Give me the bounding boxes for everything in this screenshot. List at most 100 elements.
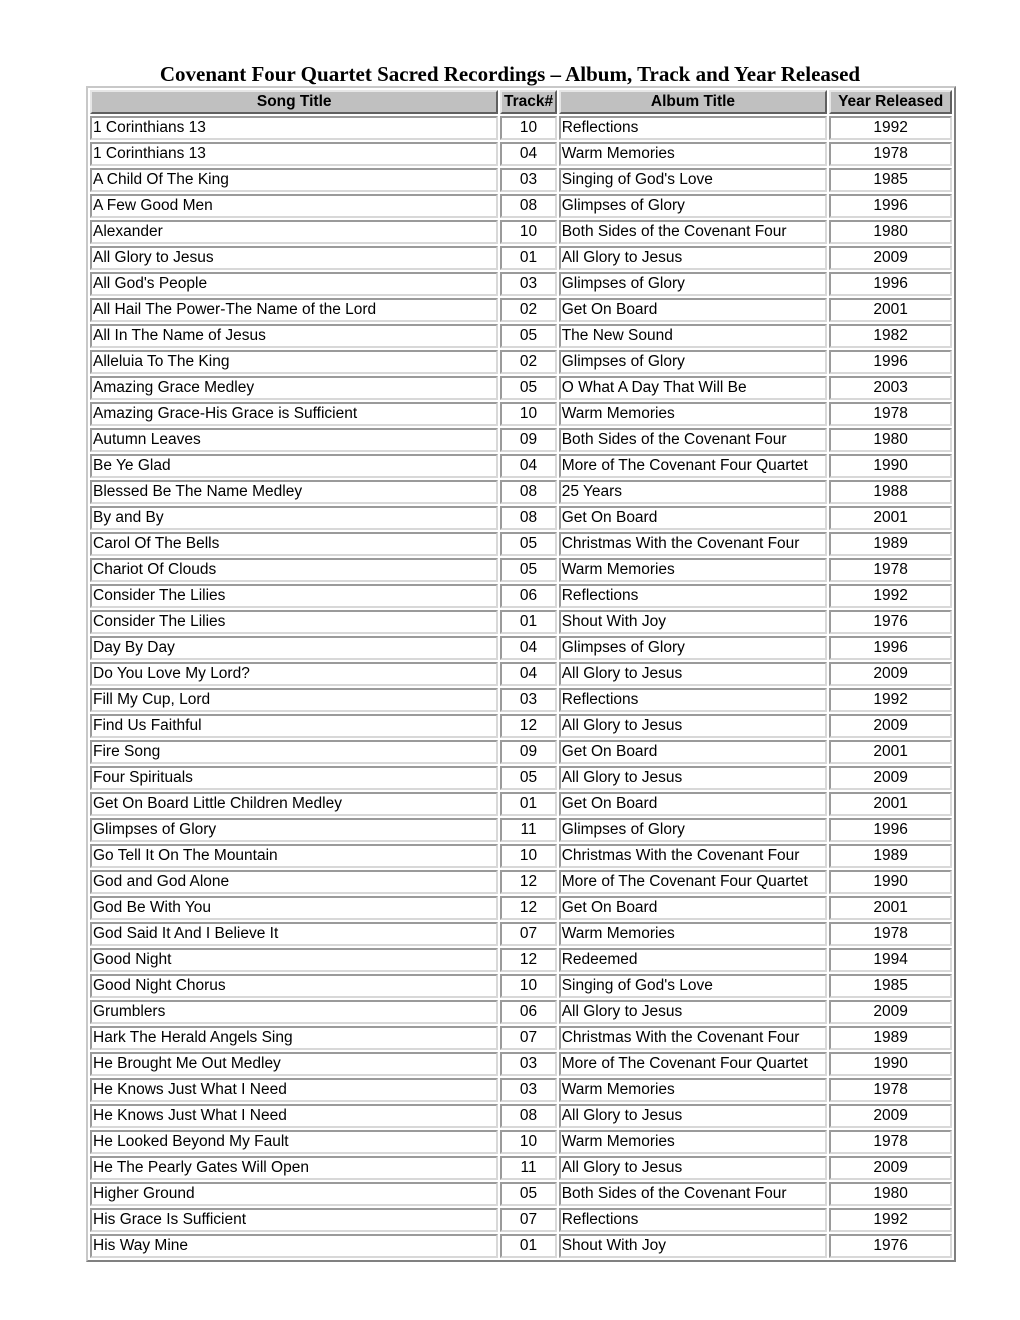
- header-song-title: Song Title: [90, 90, 499, 114]
- cell-song-title: Four Spirituals: [90, 766, 499, 790]
- cell-album-title: All Glory to Jesus: [558, 714, 828, 738]
- table-row: Carol Of The Bells 05 Christmas With the C…: [90, 532, 952, 556]
- cell-track: 11: [500, 818, 557, 842]
- cell-song-title: All God's People: [90, 272, 499, 296]
- cell-year-released: 2009: [829, 714, 952, 738]
- cell-track: 01: [500, 792, 557, 816]
- cell-song-title: Grumblers: [90, 1000, 499, 1024]
- cell-album-title: All Glory to Jesus: [558, 1000, 828, 1024]
- cell-track: 06: [500, 584, 557, 608]
- cell-song-title: He Brought Me Out Medley: [90, 1052, 499, 1076]
- cell-album-title: All Glory to Jesus: [558, 1156, 828, 1180]
- cell-track: 12: [500, 948, 557, 972]
- cell-year-released: 1989: [829, 1026, 952, 1050]
- cell-song-title: God Be With You: [90, 896, 499, 920]
- cell-year-released: 1996: [829, 194, 952, 218]
- cell-album-title: Christmas With the Covenant Four: [558, 532, 828, 556]
- cell-year-released: 2003: [829, 376, 952, 400]
- cell-song-title: Glimpses of Glory: [90, 818, 499, 842]
- cell-song-title: His Grace Is Sufficient: [90, 1208, 499, 1232]
- cell-song-title: Alleluia To The King: [90, 350, 499, 374]
- cell-album-title: Warm Memories: [558, 922, 828, 946]
- table-row: Amazing Grace-His Grace is Sufficient 10 W…: [90, 402, 952, 426]
- cell-track: 09: [500, 428, 557, 452]
- cell-track: 07: [500, 1026, 557, 1050]
- table-row: Get On Board Little Children Medley 01 Get…: [90, 792, 952, 816]
- table-row: By and By 08 Get On Board 2001: [90, 506, 952, 530]
- table-row: Higher Ground 05 Both Sides of the Covenan…: [90, 1182, 952, 1206]
- cell-album-title: Glimpses of Glory: [558, 194, 828, 218]
- cell-song-title: By and By: [90, 506, 499, 530]
- cell-track: 05: [500, 324, 557, 348]
- cell-album-title: Warm Memories: [558, 142, 828, 166]
- cell-track: 04: [500, 454, 557, 478]
- table-row: Fire Song 09 Get On Board 2001: [90, 740, 952, 764]
- cell-year-released: 1976: [829, 1234, 952, 1258]
- cell-song-title: He Knows Just What I Need: [90, 1104, 499, 1128]
- cell-song-title: Alexander: [90, 220, 499, 244]
- cell-album-title: Warm Memories: [558, 558, 828, 582]
- cell-track: 08: [500, 1104, 557, 1128]
- table-row: Be Ye Glad 04 More of The Covenant Four Qu…: [90, 454, 952, 478]
- cell-year-released: 1988: [829, 480, 952, 504]
- cell-year-released: 1992: [829, 584, 952, 608]
- recordings-table-frame: Song Title Track# Album Title Year Relea…: [86, 86, 956, 1262]
- table-row: God Said It And I Believe It 07 Warm Memor…: [90, 922, 952, 946]
- cell-year-released: 1990: [829, 454, 952, 478]
- table-row: Grumblers 06 All Glory to Jesus 2009: [90, 1000, 952, 1024]
- cell-track: 01: [500, 246, 557, 270]
- cell-track: 02: [500, 350, 557, 374]
- cell-song-title: Higher Ground: [90, 1182, 499, 1206]
- cell-song-title: God and God Alone: [90, 870, 499, 894]
- table-row: He Knows Just What I Need 08 All Glory to …: [90, 1104, 952, 1128]
- cell-year-released: 2001: [829, 506, 952, 530]
- cell-album-title: More of The Covenant Four Quartet: [558, 870, 828, 894]
- table-row: All Glory to Jesus 01 All Glory to Jesus 20…: [90, 246, 952, 270]
- cell-album-title: Get On Board: [558, 896, 828, 920]
- cell-song-title: He The Pearly Gates Will Open: [90, 1156, 499, 1180]
- cell-song-title: All Hail The Power-The Name of the Lord: [90, 298, 499, 322]
- cell-track: 02: [500, 298, 557, 322]
- cell-song-title: Get On Board Little Children Medley: [90, 792, 499, 816]
- cell-song-title: Find Us Faithful: [90, 714, 499, 738]
- cell-year-released: 2001: [829, 792, 952, 816]
- cell-album-title: Both Sides of the Covenant Four: [558, 220, 828, 244]
- cell-album-title: Both Sides of the Covenant Four: [558, 428, 828, 452]
- cell-track: 03: [500, 1052, 557, 1076]
- cell-track: 12: [500, 870, 557, 894]
- cell-track: 04: [500, 142, 557, 166]
- table-row: Alexander 10 Both Sides of the Covenant Fo…: [90, 220, 952, 244]
- table-row: Blessed Be The Name Medley 08 25 Years 1988: [90, 480, 952, 504]
- cell-song-title: Hark The Herald Angels Sing: [90, 1026, 499, 1050]
- cell-year-released: 1996: [829, 350, 952, 374]
- cell-year-released: 2009: [829, 246, 952, 270]
- cell-song-title: Carol Of The Bells: [90, 532, 499, 556]
- cell-album-title: All Glory to Jesus: [558, 246, 828, 270]
- table-row: Autumn Leaves 09 Both Sides of the Covenan…: [90, 428, 952, 452]
- table-row: He Brought Me Out Medley 03 More of The Co…: [90, 1052, 952, 1076]
- cell-song-title: Amazing Grace Medley: [90, 376, 499, 400]
- cell-album-title: More of The Covenant Four Quartet: [558, 454, 828, 478]
- table-row: Find Us Faithful 12 All Glory to Jesus 2009: [90, 714, 952, 738]
- cell-year-released: 1980: [829, 428, 952, 452]
- cell-album-title: Glimpses of Glory: [558, 818, 828, 842]
- cell-song-title: A Few Good Men: [90, 194, 499, 218]
- cell-song-title: Fire Song: [90, 740, 499, 764]
- cell-album-title: Glimpses of Glory: [558, 350, 828, 374]
- cell-year-released: 1992: [829, 688, 952, 712]
- cell-album-title: O What A Day That Will Be: [558, 376, 828, 400]
- cell-album-title: Reflections: [558, 116, 828, 140]
- cell-track: 05: [500, 1182, 557, 1206]
- cell-album-title: Warm Memories: [558, 1078, 828, 1102]
- cell-song-title: A Child Of The King: [90, 168, 499, 192]
- cell-album-title: Reflections: [558, 688, 828, 712]
- cell-track: 05: [500, 532, 557, 556]
- header-year-released: Year Released: [829, 90, 952, 114]
- cell-track: 05: [500, 558, 557, 582]
- cell-song-title: He Knows Just What I Need: [90, 1078, 499, 1102]
- table-row: Chariot Of Clouds 05 Warm Memories 1978: [90, 558, 952, 582]
- cell-album-title: Shout With Joy: [558, 1234, 828, 1258]
- table-row: He Knows Just What I Need 03 Warm Memories…: [90, 1078, 952, 1102]
- cell-year-released: 1996: [829, 272, 952, 296]
- cell-track: 03: [500, 688, 557, 712]
